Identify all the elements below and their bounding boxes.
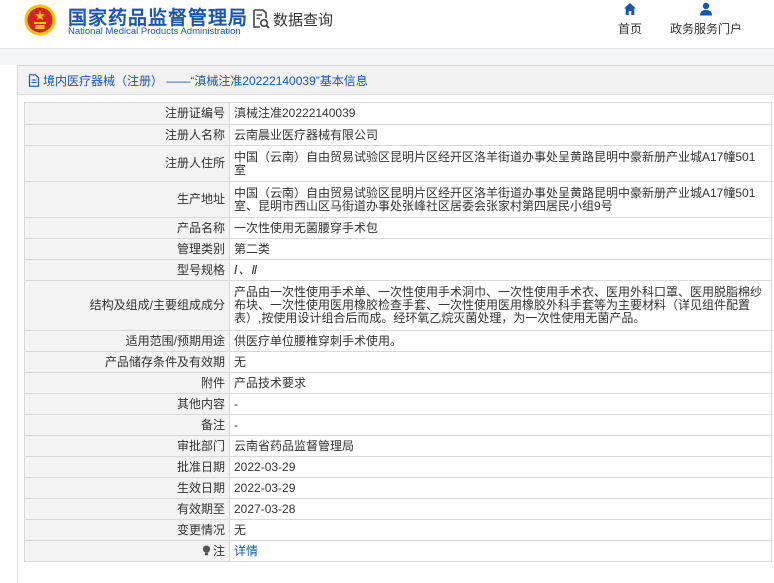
row-value: 中国（云南）自由贸易试验区昆明片区经开区洛羊街道办事处呈黄路昆明中豪新册产业城A…: [229, 181, 772, 218]
row-value: -: [229, 414, 772, 436]
row-label-note: 注: [24, 540, 230, 562]
row-label: 注册证编号: [24, 102, 230, 125]
table-row: 有效期至 2027-03-28: [24, 498, 772, 520]
row-value: Ⅰ、Ⅱ: [229, 259, 772, 281]
table-row: 变更情况无: [24, 519, 772, 541]
document-icon: [28, 73, 40, 87]
site-header: 国家药品监督管理局 National Medical Products Admi…: [0, 0, 774, 49]
nav-service-portal-label: 政务服务门户: [669, 22, 742, 36]
table-row: 注册证编号 滇械注准20222140039: [24, 102, 772, 125]
table-row: 注册人住所 中国（云南）自由贸易试验区昆明片区经开区洛羊街道办事处呈黄路昆明中豪新…: [24, 145, 772, 182]
row-value: 第二类: [229, 238, 772, 260]
row-value: 2022-03-29: [229, 477, 772, 499]
row-label: 附件: [24, 372, 230, 394]
row-value: 供医疗单位腰椎穿刺手术使用。: [229, 330, 772, 352]
site-subtitle-en: National Medical Products Administration: [68, 26, 241, 37]
table-row: 审批部门 云南省药品监督管理局: [24, 435, 772, 457]
row-label: 变更情况: [24, 519, 230, 541]
row-label: 生效日期: [24, 477, 230, 499]
row-label: 有效期至: [24, 498, 230, 520]
table-row: 管理类别 第二类: [24, 238, 772, 260]
row-label: 审批部门: [24, 435, 230, 457]
row-value: 云南省药品监督管理局: [229, 435, 772, 457]
row-value: 无: [229, 351, 772, 373]
row-value: -: [229, 393, 772, 415]
row-value: 一次性使用无菌腰穿手术包: [229, 217, 772, 239]
row-label: 备注: [24, 414, 230, 436]
national-emblem-icon: [24, 4, 56, 36]
row-label: 产品名称: [24, 217, 230, 239]
note-label: 注: [212, 543, 225, 558]
table-row: 注册人名称 云南晨业医疗器械有限公司: [24, 124, 772, 146]
table-row: 批准日期 2022-03-29: [24, 456, 772, 478]
row-value: 2022-03-29: [229, 456, 772, 478]
table-row: 附件 产品技术要求: [24, 372, 772, 394]
breadcrumb-text: 境内医疗器械（注册） ——“滇械注准20222140039”基本信息: [43, 73, 368, 88]
table-row: 产品储存条件及有效期无: [24, 351, 772, 373]
row-value: 2027-03-28: [229, 498, 772, 520]
nav-service-portal[interactable]: 政务服务门户: [666, 2, 746, 37]
detail-panel: 境内医疗器械（注册） ——“滇械注准20222140039”基本信息 注册证编号…: [17, 65, 774, 583]
breadcrumb: 境内医疗器械（注册） ——“滇械注准20222140039”基本信息: [18, 66, 774, 95]
table-row: 产品名称 一次性使用无菌腰穿手术包: [24, 217, 772, 239]
data-query-label: 数据查询: [273, 11, 334, 29]
row-label: 其他内容: [24, 393, 230, 415]
table-row: 其他内容 -: [24, 393, 772, 415]
row-label: 批准日期: [24, 456, 230, 478]
row-label: 结构及组成/主要组成成分: [24, 280, 230, 331]
lightbulb-icon: [202, 545, 211, 555]
table-row: 备注 -: [24, 414, 772, 436]
table-row: 适用范围/预期用途 供医疗单位腰椎穿刺手术使用。: [24, 330, 772, 352]
row-label: 注册人住所: [24, 145, 230, 182]
row-value: 产品由一次性使用手术单、一次性使用手术洞巾、一次性使用手术衣、医用外科口罩、医用…: [229, 280, 772, 331]
row-value: 产品技术要求: [229, 372, 772, 394]
home-icon: [624, 3, 636, 15]
row-label: 型号规格: [24, 259, 230, 281]
table-row: 生产地址 中国（云南）自由贸易试验区昆明片区经开区洛羊街道办事处呈黄路昆明中豪新册…: [24, 181, 772, 218]
row-value: 滇械注准20222140039: [229, 102, 772, 125]
registration-info-table: 注册证编号 滇械注准20222140039 注册人名称 云南晨业医疗器械有限公司 注…: [24, 102, 772, 562]
row-value: 云南晨业医疗器械有限公司: [229, 124, 772, 146]
row-label: 生产地址: [24, 181, 230, 218]
document-search-icon: [253, 9, 270, 29]
user-icon: [700, 2, 712, 16]
table-row: 生效日期 2022-03-29: [24, 477, 772, 499]
row-value: 中国（云南）自由贸易试验区昆明片区经开区洛羊街道办事处呈黄路昆明中豪新册产业城A…: [229, 145, 772, 182]
table-row: 型号规格 Ⅰ、Ⅱ: [24, 259, 772, 281]
row-label: 适用范围/预期用途: [24, 330, 230, 352]
header-spacer: [0, 49, 774, 65]
data-query-link[interactable]: 数据查询: [252, 8, 333, 30]
nav-home[interactable]: 首页: [612, 2, 648, 37]
row-label: 注册人名称: [24, 124, 230, 146]
row-label: 管理类别: [24, 238, 230, 260]
table-row: 结构及组成/主要组成成分 产品由一次性使用手术单、一次性使用手术洞巾、一次性使用手…: [24, 280, 772, 331]
detail-link[interactable]: 详情: [234, 544, 258, 558]
nav-home-label: 首页: [617, 22, 642, 36]
table-row: 注 详情: [24, 540, 772, 562]
row-value: 无: [229, 519, 772, 541]
row-label: 产品储存条件及有效期: [24, 351, 230, 373]
